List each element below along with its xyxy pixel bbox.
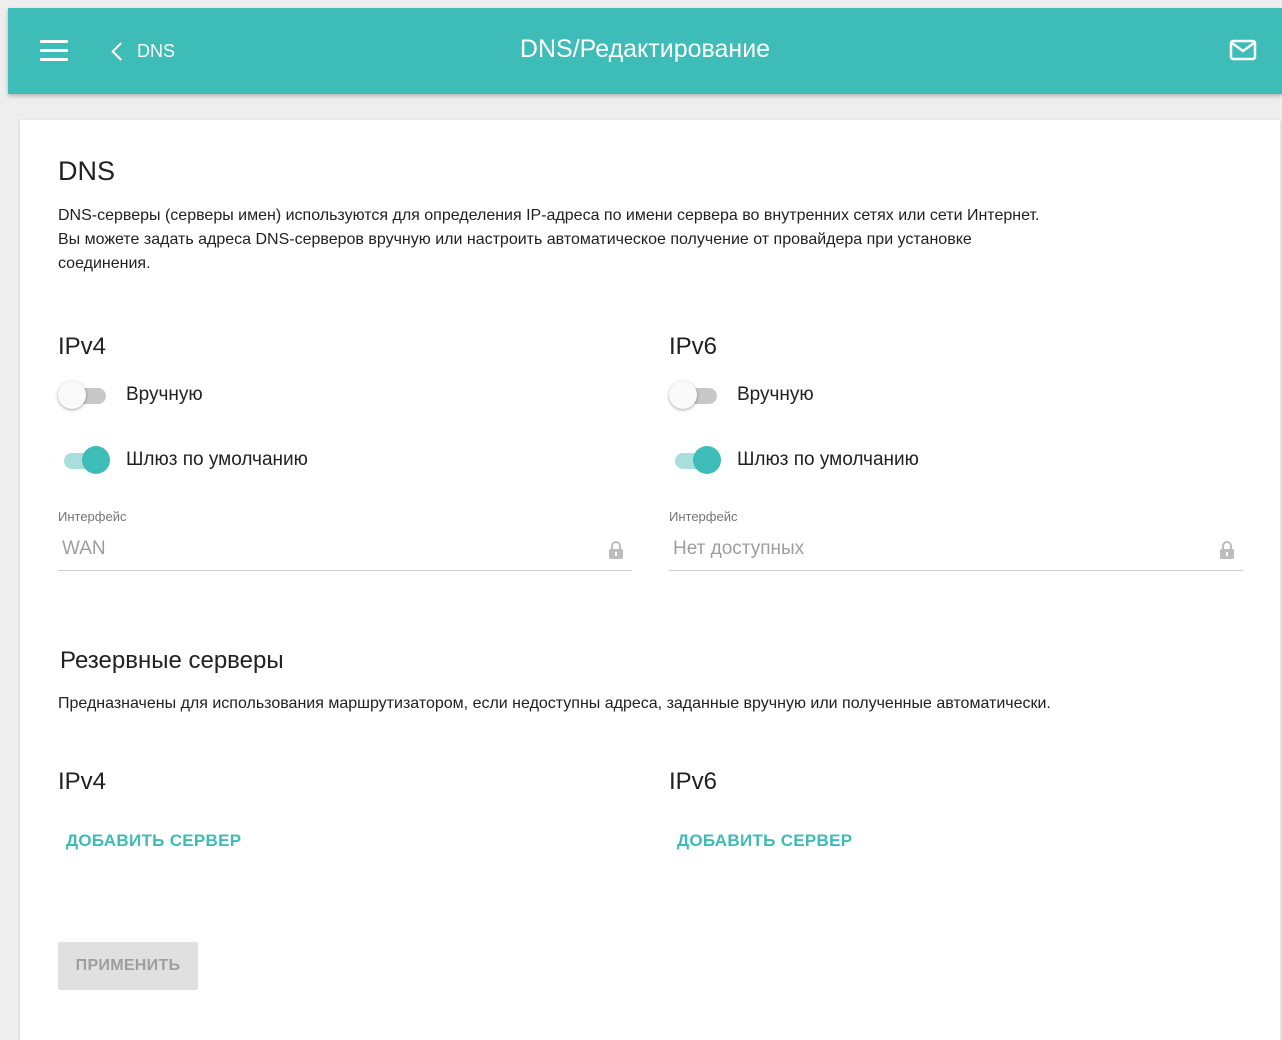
- dns-description-line-2: Вы можете задать адреса DNS-серверов вру…: [58, 231, 972, 248]
- ipv6-manual-label: Вручную: [737, 384, 814, 405]
- ipv6-gateway-label: Шлюз по умолчанию: [737, 449, 919, 470]
- page-title: DNS/Редактирование: [519, 35, 771, 63]
- dns-description: DNS-серверы (серверы имен) используются …: [58, 204, 1258, 276]
- lock-icon: [609, 541, 623, 559]
- backup-servers-title: Резервные серверы: [60, 647, 284, 674]
- ipv4-title: IPv4: [58, 333, 107, 360]
- ipv6-interface-value: Нет доступных: [673, 538, 805, 559]
- ipv4-interface-field: Интерфейс WAN: [58, 509, 632, 571]
- ipv6-interface-field: Интерфейс Нет доступных: [669, 509, 1243, 571]
- ipv6-manual-toggle-row[interactable]: Вручную: [669, 380, 814, 410]
- ipv6-gateway-toggle-row[interactable]: Шлюз по умолчанию: [669, 445, 919, 475]
- ipv4-manual-toggle[interactable]: [58, 380, 110, 410]
- ipv6-interface-label: Интерфейс: [669, 509, 738, 524]
- backup-ipv4-title: IPv4: [58, 768, 107, 795]
- section-title-dns: DNS: [58, 156, 116, 186]
- ipv4-gateway-toggle[interactable]: [58, 445, 110, 475]
- dns-description-line-3: соединения.: [58, 255, 151, 272]
- apply-button[interactable]: ПРИМЕНИТЬ: [58, 942, 198, 990]
- add-ipv6-server-button[interactable]: ДОБАВИТЬ СЕРВЕР: [677, 831, 852, 851]
- ipv6-manual-toggle[interactable]: [669, 380, 721, 410]
- ipv4-gateway-label: Шлюз по умолчанию: [126, 449, 308, 470]
- ipv4-manual-label: Вручную: [126, 384, 203, 405]
- top-app-bar: DNS DNS/Редактирование: [8, 8, 1282, 94]
- ipv4-gateway-toggle-row[interactable]: Шлюз по умолчанию: [58, 445, 308, 475]
- dns-description-line-1: DNS-серверы (серверы имен) используются …: [58, 207, 1040, 224]
- ipv6-gateway-toggle[interactable]: [669, 445, 721, 475]
- add-ipv4-server-button[interactable]: ДОБАВИТЬ СЕРВЕР: [66, 831, 241, 851]
- lock-icon: [1220, 541, 1234, 559]
- backup-ipv6-title: IPv6: [669, 768, 718, 795]
- backup-servers-description: Предназначены для использования маршрути…: [58, 695, 1051, 712]
- mail-icon[interactable]: [1229, 38, 1257, 62]
- dns-card: DNS DNS-серверы (серверы имен) использую…: [20, 120, 1280, 1040]
- ipv4-interface-value: WAN: [62, 538, 106, 559]
- ipv4-interface-label: Интерфейс: [58, 509, 127, 524]
- ipv6-title: IPv6: [669, 333, 718, 360]
- ipv4-manual-toggle-row[interactable]: Вручную: [58, 380, 203, 410]
